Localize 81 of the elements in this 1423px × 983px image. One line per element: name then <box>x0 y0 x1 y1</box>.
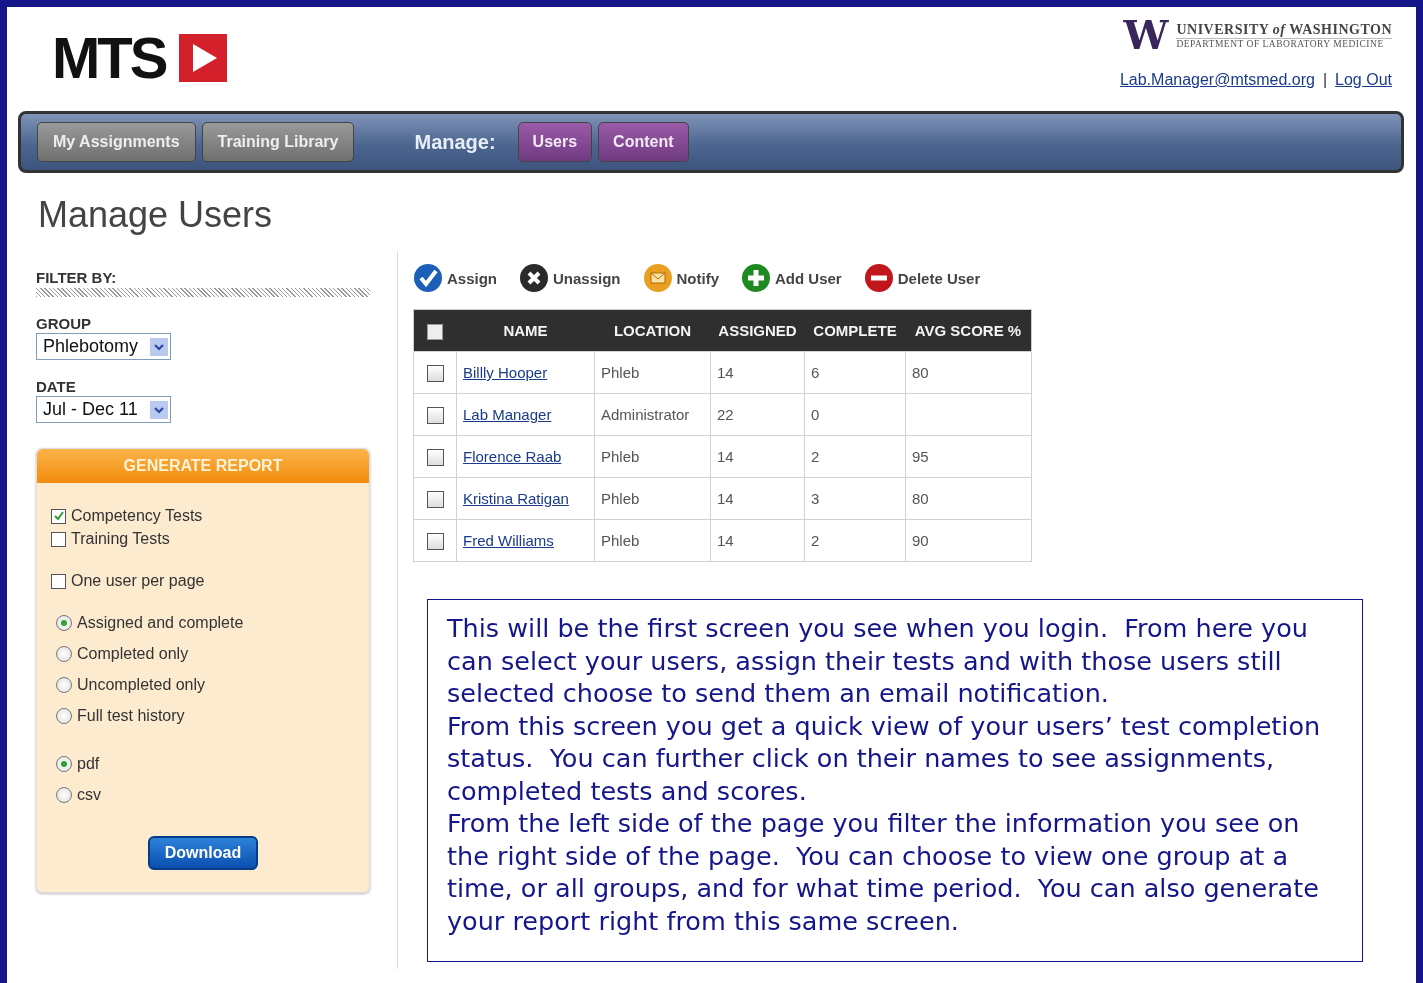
manage-label: Manage: <box>414 130 496 154</box>
note-text: From this screen you get a quick view of your users’ test completion status. You can further click on their names to see assignments, completed tests and scores. <box>447 709 1322 807</box>
radio-button[interactable] <box>56 677 72 693</box>
page-title: Manage Users <box>38 193 274 237</box>
minus-icon <box>863 263 894 293</box>
table-cell: 80 <box>905 477 1031 520</box>
email-link[interactable]: Lab.Manager@mtsmed.org <box>1119 71 1315 89</box>
option-label: Training Tests <box>71 530 170 548</box>
table-cell: 3 <box>804 477 906 520</box>
option-label: pdf <box>77 755 100 773</box>
radio-button[interactable] <box>56 708 72 724</box>
option-label: One user per page <box>71 572 205 590</box>
option-label: csv <box>77 786 101 804</box>
radio-button[interactable] <box>56 787 72 803</box>
dropdown[interactable]: Jul - Dec 11 <box>36 396 171 423</box>
toolbar-button[interactable]: Notify <box>642 263 720 293</box>
option-label: Full test history <box>77 707 185 725</box>
toolbar-button[interactable]: Assign <box>413 263 497 293</box>
toolbar-button[interactable]: Delete User <box>863 263 981 293</box>
option-label: Assigned and complete <box>77 614 244 632</box>
table-cell: 6 <box>804 351 906 394</box>
row-checkbox[interactable] <box>426 406 444 424</box>
department-name: DEPARTMENT OF LABORATORY MEDICINE <box>1176 38 1385 49</box>
row-checkbox[interactable] <box>426 448 444 466</box>
download-button[interactable]: Download <box>147 836 259 870</box>
radio-button[interactable] <box>56 615 72 631</box>
field-label: GROUP <box>36 315 92 332</box>
column-header: AVG SCORE % <box>905 309 1031 352</box>
radio-button[interactable] <box>56 646 72 662</box>
report-title: GENERATE REPORT <box>37 449 369 483</box>
field-label: DATE <box>36 378 77 395</box>
check-icon <box>52 510 65 522</box>
column-header: COMPLETE <box>804 309 906 352</box>
envelope-icon <box>642 263 673 293</box>
table-cell: 80 <box>905 351 1031 394</box>
table-cell: 95 <box>905 435 1031 478</box>
option-label: Uncompleted only <box>77 676 206 694</box>
column-header: NAME <box>456 309 595 352</box>
table-cell: 2 <box>804 519 906 562</box>
row-checkbox[interactable] <box>426 532 444 550</box>
table-cell: Phleb <box>594 435 711 478</box>
table-cell: 2 <box>804 435 906 478</box>
filter-heading: FILTER BY: <box>36 269 118 286</box>
toolbar-button[interactable]: Add User <box>741 263 842 293</box>
dropdown[interactable]: Phlebotomy <box>36 333 172 360</box>
table-cell: Administrator <box>594 393 711 436</box>
radio-button[interactable] <box>56 756 72 772</box>
table-cell: Phleb <box>594 351 711 394</box>
table-cell: 14 <box>710 477 805 520</box>
option-label: Competency Tests <box>71 507 203 525</box>
university-mark: W <box>1123 15 1169 55</box>
checkbox[interactable] <box>51 531 66 547</box>
table-cell: 0 <box>804 393 906 436</box>
plus-icon <box>741 263 772 293</box>
table-cell: 14 <box>710 519 805 562</box>
table-cell: Phleb <box>594 519 711 562</box>
table-cell: Phleb <box>594 477 711 520</box>
table-cell: 22 <box>710 393 805 436</box>
close-icon <box>519 263 549 293</box>
table-cell: 90 <box>905 519 1031 562</box>
checkbox[interactable] <box>51 508 66 524</box>
row-checkbox[interactable] <box>426 490 444 508</box>
logo-text: MTS <box>52 29 166 87</box>
row-checkbox[interactable] <box>426 364 444 382</box>
manage-tab[interactable]: Users <box>517 122 593 162</box>
toolbar-button[interactable]: Unassign <box>519 263 621 293</box>
note-text: This will be the first screen you see when you login. From here you can select your users, assign their tests and with those users still selected choose to send them an email notification. <box>447 612 1309 710</box>
check-icon <box>413 263 443 293</box>
logout-link[interactable]: Log Out <box>1335 71 1392 89</box>
column-header: LOCATION <box>594 309 711 352</box>
university-name: UNIVERSITY of WASHINGTON <box>1176 21 1392 39</box>
column-header: ASSIGNED <box>710 309 805 352</box>
table-cell: 14 <box>710 435 805 478</box>
manage-tab[interactable]: Content <box>598 122 689 162</box>
play-icon <box>179 34 228 82</box>
select-all-checkbox[interactable] <box>427 323 444 340</box>
note-text: From the left side of the page you filter the information you see on the right side of the page. You can choose to view one group at a time, or all groups, and for what time period. You can also generate your report right from this same screen. <box>447 807 1320 937</box>
option-label: Completed only <box>77 645 189 663</box>
table-cell: 14 <box>710 351 805 394</box>
checkbox[interactable] <box>51 573 66 589</box>
separator: | <box>1322 71 1328 89</box>
